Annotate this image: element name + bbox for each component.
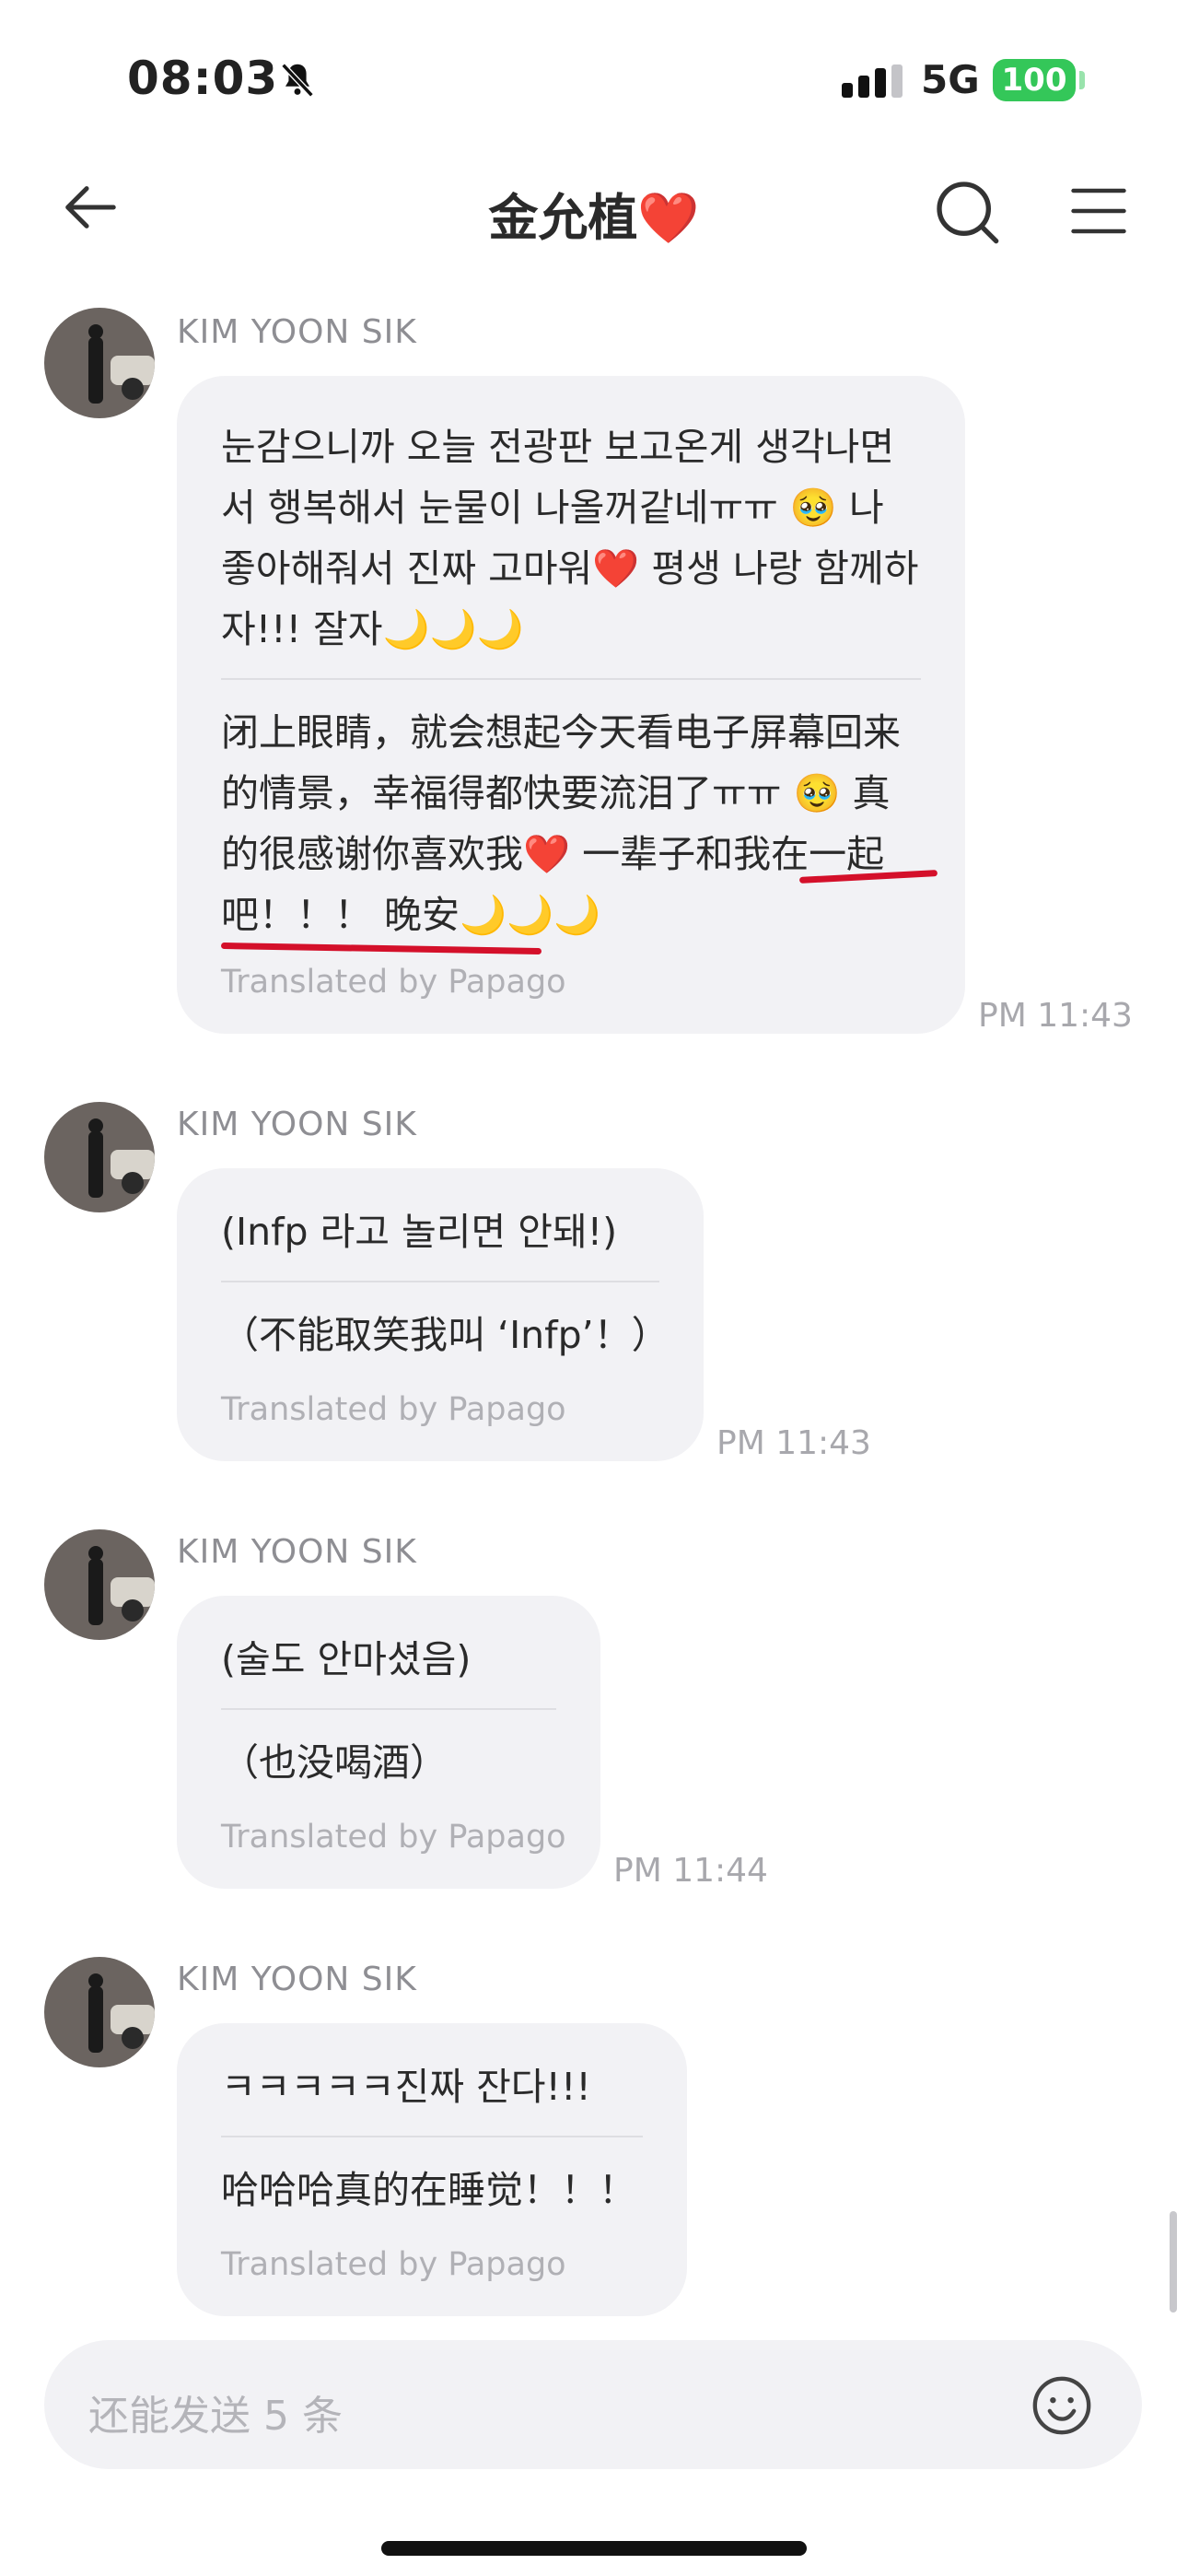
- status-time: 08:03: [127, 52, 279, 105]
- sender-name: KIM YOON SIK: [177, 1533, 417, 1571]
- message-bubble[interactable]: (술도 안마셨음) （也没喝酒） Translated by Papago: [177, 1596, 600, 1889]
- message-time: PM 11:43: [978, 997, 1133, 1035]
- translated-text: （不能取笑我叫 ‘Infp’！）: [221, 1313, 670, 1357]
- avatar[interactable]: [44, 308, 155, 418]
- avatar[interactable]: [44, 1529, 155, 1640]
- emoji-icon[interactable]: [1030, 2373, 1094, 2438]
- translated-text: 闭上眼睛，就会想起今天看电子屏幕回来的情景，幸福得都快要流泪了ㅠㅠ 🥹 真的很感…: [221, 710, 901, 937]
- input-placeholder: 还能发送 5 条: [88, 2393, 343, 2440]
- sender-name: KIM YOON SIK: [177, 1961, 417, 1998]
- translated-by-label: Translated by Papago: [221, 964, 566, 1001]
- message-time: PM 11:43: [716, 1424, 871, 1462]
- avatar[interactable]: [44, 1957, 155, 2067]
- bell-muted-icon: [281, 63, 314, 98]
- translated-by-label: Translated by Papago: [221, 1819, 566, 1856]
- translated-by-label: Translated by Papago: [221, 2246, 566, 2283]
- translated-by-label: Translated by Papago: [221, 1391, 566, 1428]
- message-input[interactable]: 还能发送 5 条: [44, 2340, 1142, 2469]
- message-bubble[interactable]: 눈감으니까 오늘 전광판 보고온게 생각나면서 행복해서 눈물이 나올꺼같네ㅠㅠ…: [177, 376, 965, 1034]
- search-icon[interactable]: [930, 175, 1004, 249]
- battery-indicator: 100: [993, 59, 1076, 101]
- signal-icon: [842, 64, 903, 98]
- home-indicator[interactable]: [381, 2541, 807, 2556]
- network-label: 5G: [921, 57, 980, 102]
- original-text: 눈감으니까 오늘 전광판 보고온게 생각나면서 행복해서 눈물이 나올꺼같네ㅠㅠ…: [221, 425, 919, 651]
- divider: [221, 1708, 556, 1710]
- translated-text: 哈哈哈真的在睡觉！！！: [221, 2168, 636, 2212]
- message-time: PM 11:44: [613, 1852, 768, 1890]
- sender-name: KIM YOON SIK: [177, 1106, 417, 1143]
- divider: [221, 2136, 643, 2137]
- translated-text: （也没喝酒）: [221, 1740, 448, 1785]
- avatar[interactable]: [44, 1102, 155, 1212]
- message-bubble[interactable]: ㅋㅋㅋㅋㅋ진짜 잔다!!! 哈哈哈真的在睡觉！！！ Translated by …: [177, 2023, 687, 2316]
- scrollbar[interactable]: [1170, 2211, 1177, 2313]
- original-text: (술도 안마셨음): [221, 1637, 472, 1681]
- original-text: ㅋㅋㅋㅋㅋ진짜 잔다!!!: [221, 2065, 591, 2109]
- message-bubble[interactable]: (Infp 라고 놀리면 안돼!) （不能取笑我叫 ‘Infp’！） Trans…: [177, 1168, 704, 1461]
- divider: [221, 678, 921, 680]
- original-text: (Infp 라고 놀리면 안돼!): [221, 1210, 618, 1254]
- battery-tip: [1079, 71, 1085, 89]
- menu-icon[interactable]: [1068, 182, 1129, 240]
- divider: [221, 1281, 659, 1282]
- chat-title: 金允植❤️: [488, 189, 700, 247]
- sender-name: KIM YOON SIK: [177, 313, 417, 351]
